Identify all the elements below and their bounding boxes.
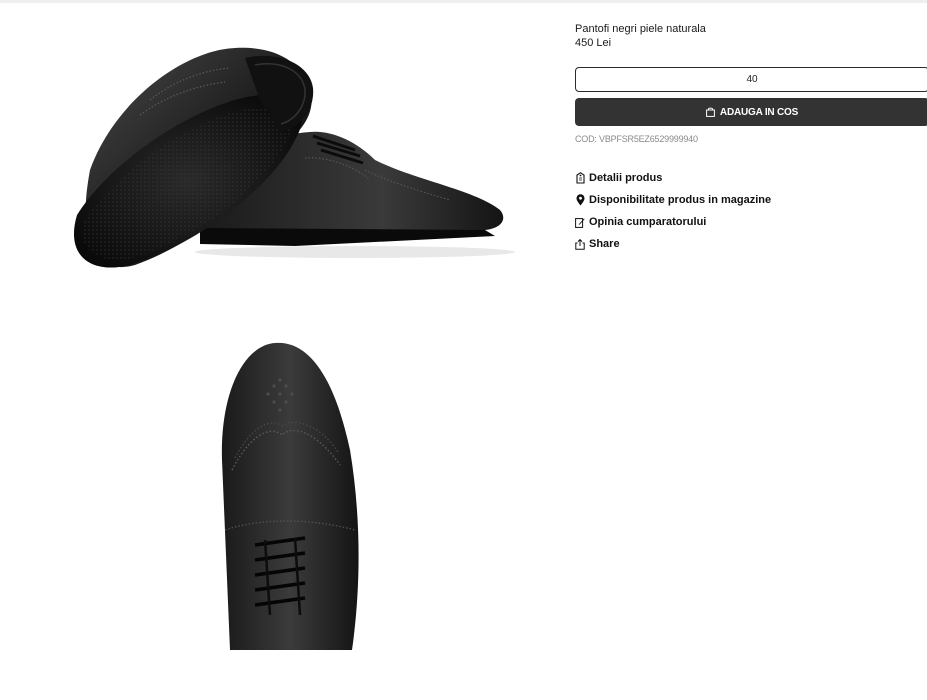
size-value: 40 [746, 74, 758, 85]
share-icon [575, 238, 585, 250]
link-store-availability[interactable]: Disponibilitate produs in magazine [575, 189, 771, 211]
add-to-cart-label: ADAUGA IN COS [719, 106, 799, 118]
link-label: Detalii produs [589, 172, 663, 184]
add-to-cart-button[interactable]: ADAUGA IN COS [575, 98, 927, 126]
link-label: Opinia cumparatorului [589, 216, 707, 228]
link-label: Share [589, 238, 620, 250]
product-links: Detalii produs Disponibilitate produs in… [575, 167, 771, 255]
product-code: COD: VBPFSR5EZ6529999940 [575, 134, 698, 144]
product-price: 450 Lei [575, 37, 612, 49]
product-title: Pantofi negri piele naturala [575, 23, 706, 35]
size-selector[interactable]: 40 [575, 67, 927, 92]
product-image-top-view[interactable] [210, 340, 380, 650]
link-label: Disponibilitate produs in magazine [589, 194, 772, 206]
link-customer-reviews[interactable]: Opinia cumparatorului [575, 211, 771, 233]
product-image-main[interactable] [55, 40, 525, 280]
product-page: Pantofi negri piele naturala 450 Lei 40 … [0, 0, 927, 700]
product-code-label: COD: [575, 134, 597, 144]
shopping-bag-icon [706, 107, 715, 117]
link-share[interactable]: Share [575, 233, 771, 255]
link-product-details[interactable]: Detalii produs [575, 167, 771, 189]
product-code-value: VBPFSR5EZ6529999940 [599, 134, 698, 144]
location-pin-icon [575, 194, 585, 206]
product-info: Pantofi negri piele naturala 450 Lei [575, 22, 927, 50]
edit-icon [575, 216, 585, 228]
top-divider [0, 0, 927, 3]
tag-icon [575, 172, 585, 184]
